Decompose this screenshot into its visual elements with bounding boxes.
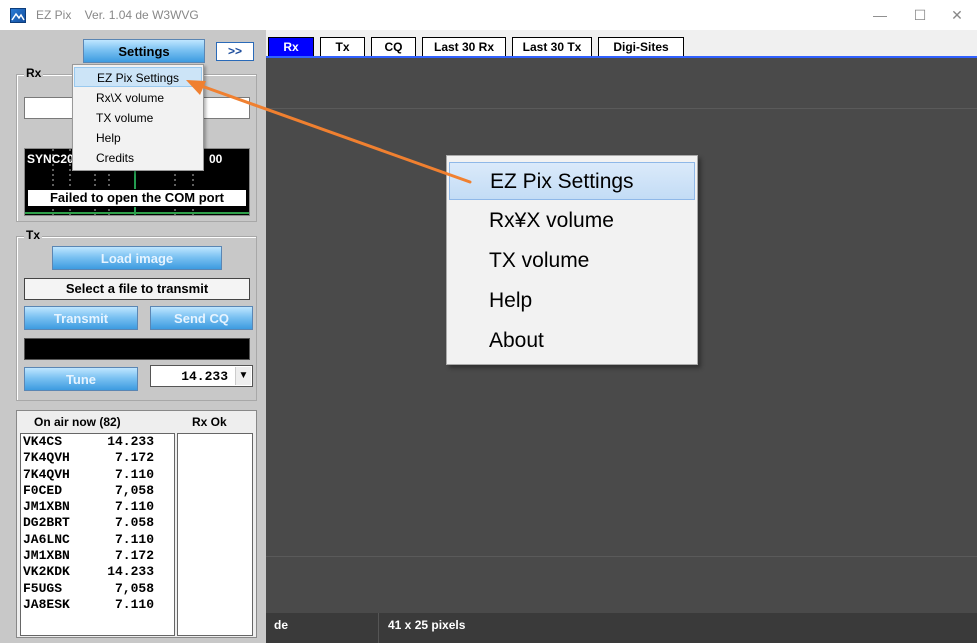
- on-air-callsign: JM1XBN: [23, 548, 70, 564]
- on-air-row[interactable]: VK4CS 14.233: [21, 434, 174, 450]
- on-air-row[interactable]: 7K4QVH 7.172: [21, 450, 174, 466]
- app-icon: [10, 8, 26, 23]
- on-air-callsign: JA8ESK: [23, 596, 70, 612]
- tune-button[interactable]: Tune: [24, 367, 138, 391]
- zoomed-item-help: Help: [489, 289, 533, 312]
- com-error-label: Failed to open the COM port: [27, 189, 247, 207]
- close-button[interactable]: ✕: [947, 6, 967, 24]
- menu-item-rx-volume[interactable]: Rx\X volume: [74, 88, 202, 108]
- on-air-frequency: 7.172: [114, 548, 154, 564]
- on-air-header: On air now (82): [34, 415, 121, 429]
- zoomed-item-rx-volume: Rx¥X volume: [489, 209, 614, 232]
- on-air-row[interactable]: DG2BRT 7.058: [21, 515, 174, 531]
- on-air-frequency: 7,058: [114, 482, 154, 498]
- on-air-list[interactable]: VK4CS 14.233 7K4QVH 7.172 7K4QVH 7.110 F0CED 7,…: [20, 433, 175, 636]
- minimize-button[interactable]: —: [870, 6, 890, 24]
- on-air-row[interactable]: 7K4QVH 7.110: [21, 467, 174, 483]
- on-air-frequency: 7.110: [114, 531, 154, 547]
- on-air-frequency: 7.058: [114, 515, 154, 531]
- menu-item-help[interactable]: Help: [74, 128, 202, 148]
- on-air-row[interactable]: JM1XBN 7.172: [21, 548, 174, 564]
- on-air-row[interactable]: VK2KDK 14.233: [21, 564, 174, 580]
- on-air-callsign: VK4CS: [23, 434, 63, 449]
- load-image-button[interactable]: Load image: [52, 246, 222, 270]
- on-air-frequency: 7,058: [114, 580, 154, 596]
- tab-tx[interactable]: Tx: [320, 37, 365, 56]
- zoomed-item-tx-volume: TX volume: [489, 249, 590, 272]
- send-cq-button[interactable]: Send CQ: [150, 306, 253, 330]
- settings-menu: EZ Pix Settings Rx\X volume TX volume He…: [72, 64, 204, 171]
- select-file-label: Select a file to transmit: [24, 278, 250, 300]
- on-air-callsign: 7K4QVH: [23, 466, 70, 482]
- on-air-frequency: 7.110: [114, 596, 154, 612]
- menu-item-ez-pix-settings[interactable]: EZ Pix Settings: [74, 67, 202, 87]
- chevron-down-icon[interactable]: ▼: [235, 367, 251, 385]
- on-air-callsign: 7K4QVH: [23, 450, 70, 466]
- frequency-value: 14.233: [181, 369, 228, 384]
- menu-item-tx-volume[interactable]: TX volume: [74, 108, 202, 128]
- settings-button[interactable]: Settings: [83, 39, 205, 63]
- on-air-callsign: DG2BRT: [23, 515, 70, 531]
- zoomed-item-about: About: [489, 329, 544, 352]
- on-air-frequency: 14.233: [107, 434, 154, 449]
- on-air-callsign: JM1XBN: [23, 499, 70, 515]
- divider-bottom: [266, 556, 977, 557]
- on-air-callsign: VK2KDK: [23, 564, 70, 580]
- zoomed-menu-callout: EZ Pix Settings Rx¥X volume TX volume He…: [446, 155, 698, 365]
- on-air-callsign: JA6LNC: [23, 531, 70, 547]
- status-de: de: [266, 613, 379, 643]
- on-air-row[interactable]: JA6LNC 7.110: [21, 532, 174, 548]
- frequency-select[interactable]: 14.233 ▼: [150, 365, 253, 387]
- on-air-row[interactable]: JA8ESK 7.110: [21, 597, 174, 613]
- zoomed-item-ez-pix-settings: EZ Pix Settings: [449, 162, 695, 200]
- window-title: EZ Pix Ver. 1.04 de W3WVG: [36, 8, 199, 22]
- on-air-frequency: 7.172: [114, 450, 154, 466]
- tab-last-30-rx[interactable]: Last 30 Rx: [422, 37, 506, 56]
- maximize-button[interactable]: ☐: [910, 6, 930, 24]
- on-air-frequency: 14.233: [107, 564, 154, 580]
- tx-progress-bar: [24, 338, 250, 360]
- on-air-row[interactable]: F0CED 7,058: [21, 483, 174, 499]
- rx-ok-list[interactable]: [177, 433, 253, 636]
- on-air-row[interactable]: F5UGS 7,058: [21, 581, 174, 597]
- tx-group-label: Tx: [24, 228, 43, 242]
- tab-rx[interactable]: Rx: [268, 37, 314, 56]
- tab-last-30-tx[interactable]: Last 30 Tx: [512, 37, 592, 56]
- on-air-callsign: F5UGS: [23, 580, 63, 596]
- transmit-button[interactable]: Transmit: [24, 306, 138, 330]
- rx-group-label: Rx: [24, 66, 44, 80]
- on-air-callsign: F0CED: [23, 482, 63, 498]
- status-image-size: 41 x 25 pixels: [388, 618, 466, 632]
- tab-digi-sites[interactable]: Digi-Sites: [598, 37, 684, 56]
- rx-ok-header: Rx Ok: [192, 415, 227, 429]
- expand-button[interactable]: >>: [216, 42, 254, 61]
- divider-top: [266, 108, 977, 109]
- on-air-row[interactable]: JM1XBN 7.110: [21, 499, 174, 515]
- on-air-frequency: 7.110: [114, 466, 154, 482]
- menu-item-credits[interactable]: Credits: [74, 148, 202, 168]
- on-air-frequency: 7.110: [114, 499, 154, 515]
- tab-cq[interactable]: CQ: [371, 37, 416, 56]
